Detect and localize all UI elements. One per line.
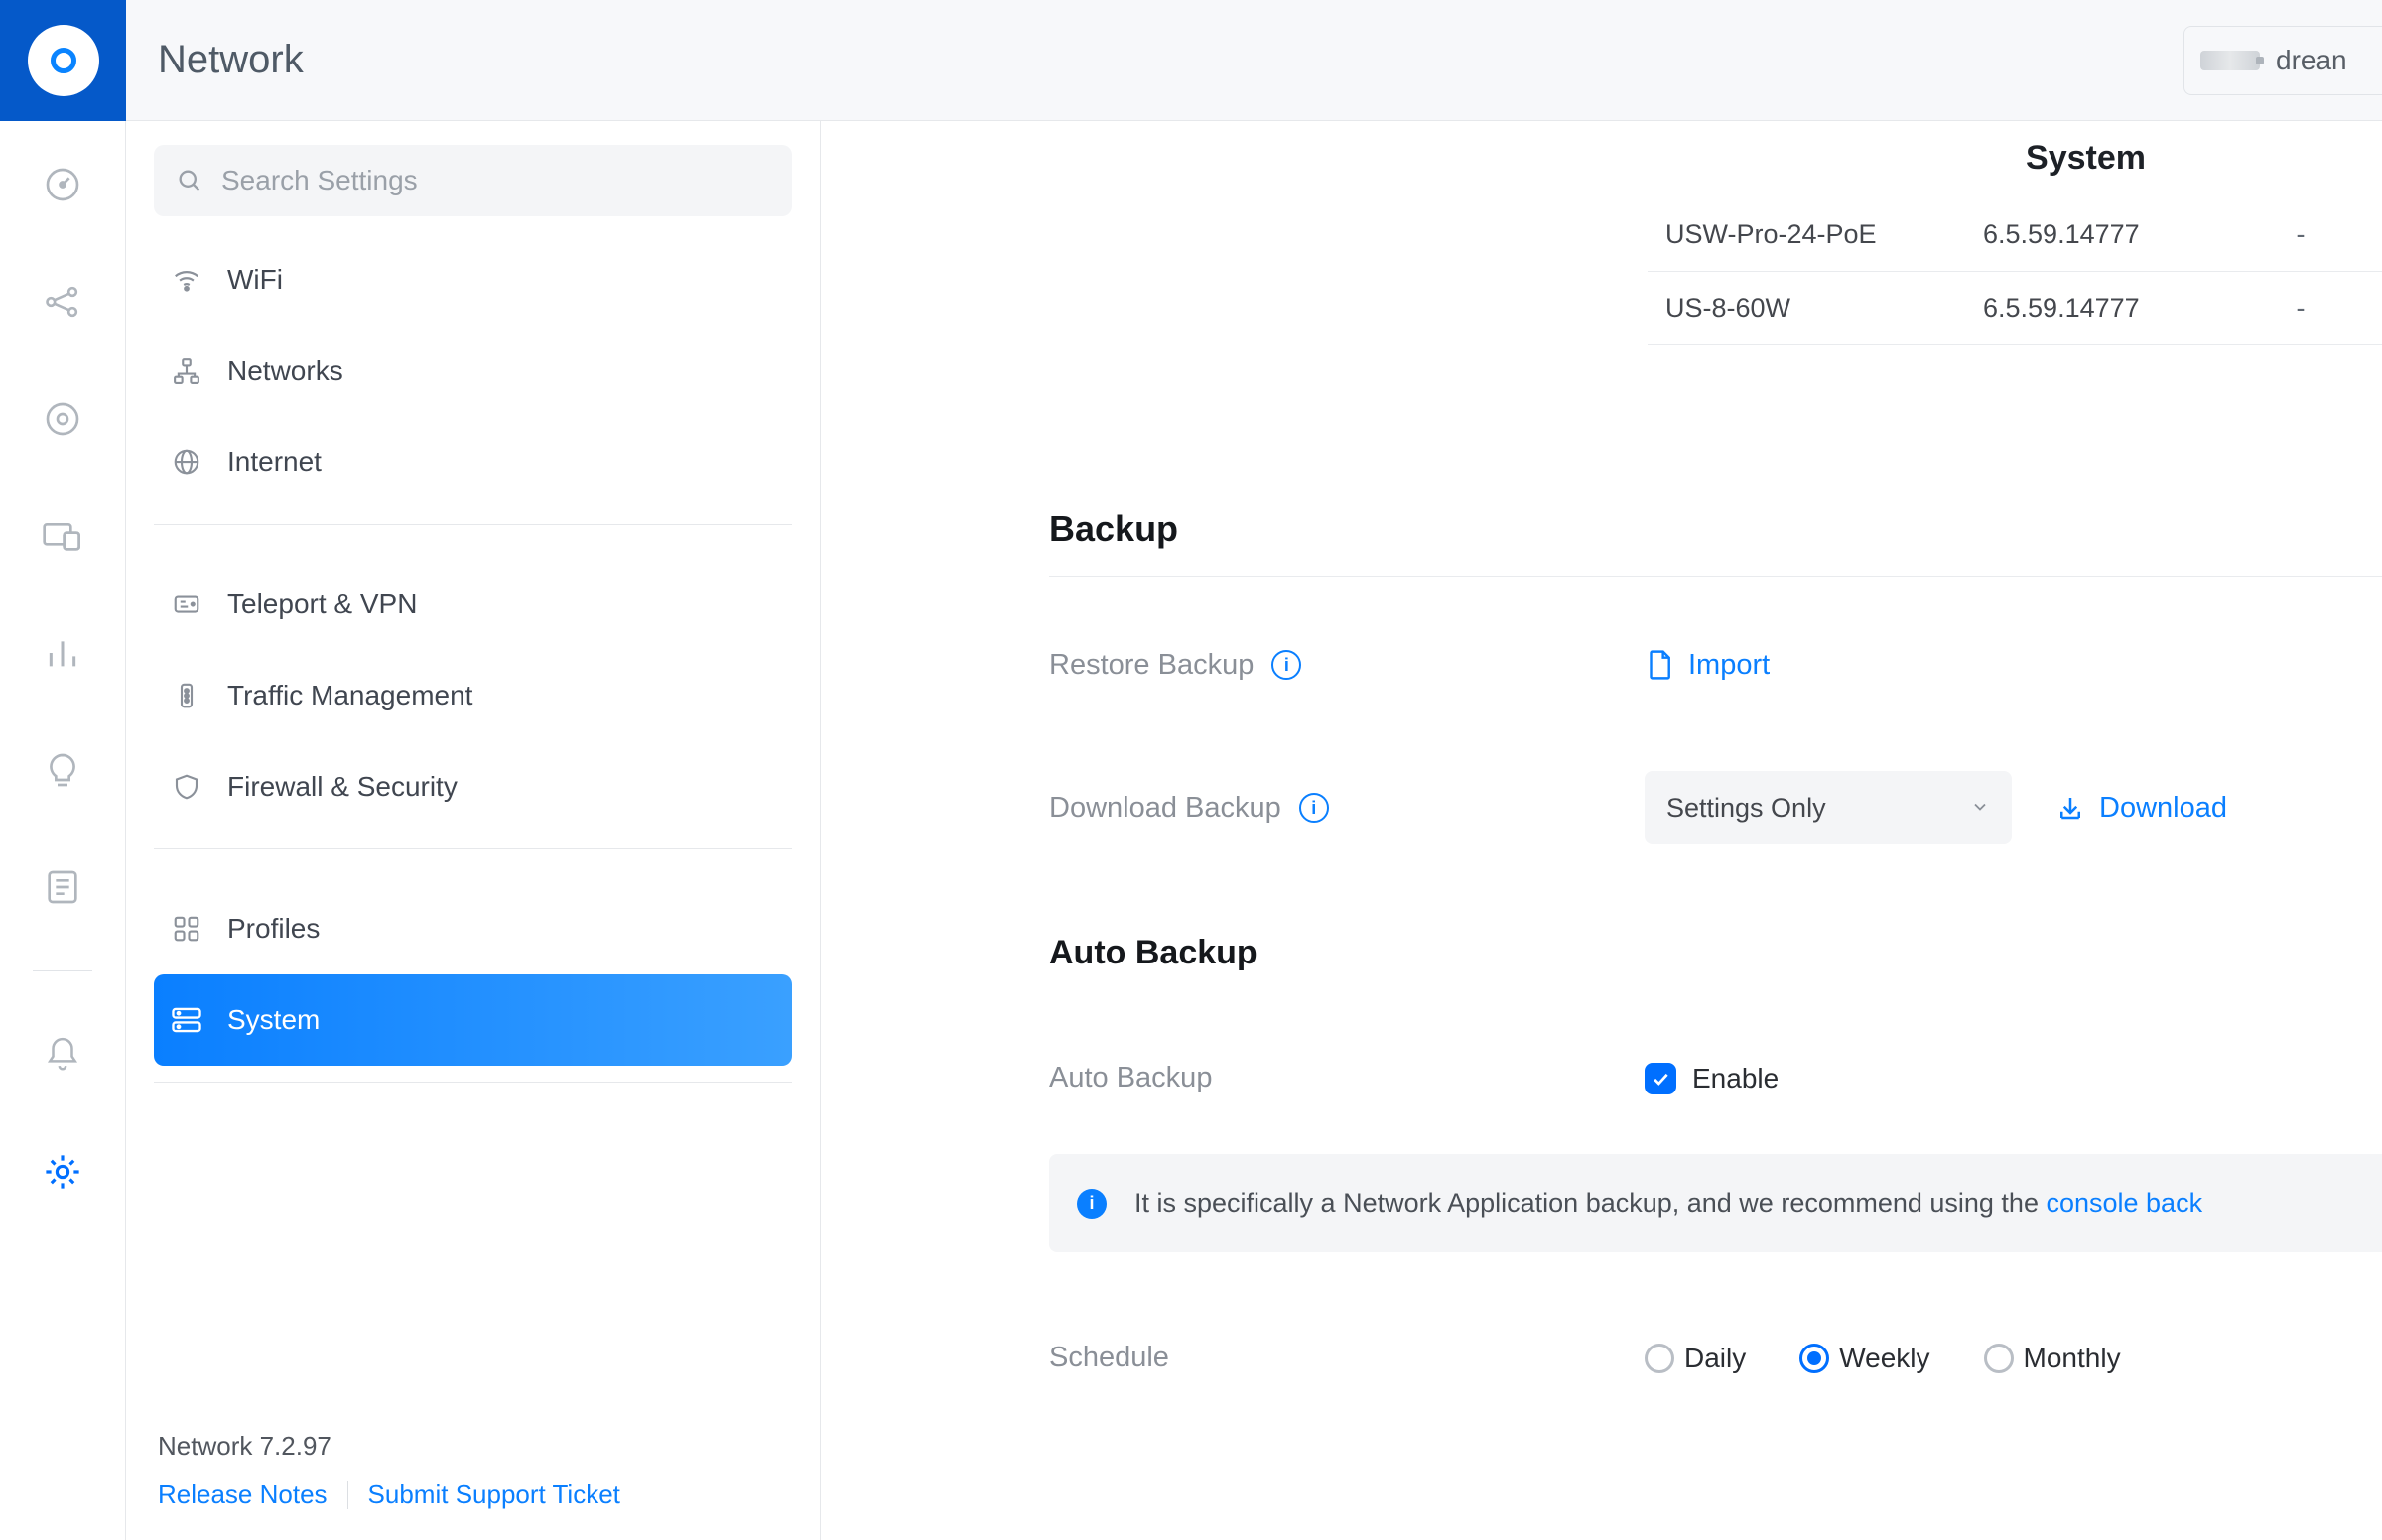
device-selector[interactable]: drean xyxy=(2184,26,2382,95)
profiles-icon xyxy=(170,912,203,946)
rail-logs[interactable] xyxy=(39,863,86,911)
info-dot-icon: i xyxy=(1077,1189,1107,1219)
file-icon xyxy=(1645,648,1674,682)
rail-notifications[interactable] xyxy=(39,1031,86,1079)
rail-settings[interactable] xyxy=(39,1148,86,1196)
schedule-options: Daily Weekly Monthly xyxy=(1645,1343,2133,1374)
info-banner-text: It is specifically a Network Application… xyxy=(1134,1188,2202,1219)
brand-logo[interactable] xyxy=(0,0,126,121)
enable-label: Enable xyxy=(1692,1063,1779,1094)
system-heading: System xyxy=(2026,139,2146,178)
icon-rail xyxy=(0,121,126,1540)
nav-networks[interactable]: Networks xyxy=(154,325,792,417)
nav-label: Networks xyxy=(227,355,343,387)
chevron-down-icon xyxy=(1970,793,1990,824)
rail-divider xyxy=(33,970,92,971)
nav-internet[interactable]: Internet xyxy=(154,417,792,508)
rail-radio[interactable] xyxy=(39,395,86,443)
main-content: System USW-Pro-24-PoE 6.5.59.14777 - US-… xyxy=(821,121,2382,1540)
table-row: USW-Pro-24-PoE 6.5.59.14777 - xyxy=(1648,198,2382,272)
nav-firewall[interactable]: Firewall & Security xyxy=(154,741,792,833)
backup-title: Backup xyxy=(1049,508,2382,550)
nav-system[interactable]: System xyxy=(154,974,792,1066)
console-backup-link[interactable]: console back xyxy=(2046,1188,2202,1218)
import-button[interactable]: Import xyxy=(1645,648,1770,682)
check-icon xyxy=(1651,1069,1670,1089)
device-version-cell: 6.5.59.14777 xyxy=(1983,219,2271,250)
nav-label: Teleport & VPN xyxy=(227,588,417,620)
networks-icon xyxy=(170,354,203,388)
settings-sidebar: WiFi Networks Internet xyxy=(126,121,821,1540)
nav-divider xyxy=(154,1082,792,1083)
radio-icon xyxy=(1645,1344,1674,1373)
device-name-cell: USW-Pro-24-PoE xyxy=(1665,219,1983,250)
device-thumb-icon xyxy=(2200,51,2260,70)
nav-label: Firewall & Security xyxy=(227,771,458,803)
auto-backup-label: Auto Backup xyxy=(1049,1062,1645,1094)
traffic-icon xyxy=(170,679,203,712)
release-notes-link[interactable]: Release Notes xyxy=(158,1479,328,1510)
table-row: US-8-60W 6.5.59.14777 - xyxy=(1648,272,2382,345)
schedule-monthly[interactable]: Monthly xyxy=(1984,1343,2133,1374)
auto-backup-title: Auto Backup xyxy=(1049,934,2382,972)
info-banner: i It is specifically a Network Applicati… xyxy=(1049,1154,2382,1252)
section-divider xyxy=(1049,576,2382,577)
search-field[interactable] xyxy=(154,145,792,216)
backup-type-select[interactable]: Settings Only xyxy=(1645,771,2012,844)
device-extra-cell: - xyxy=(2271,293,2330,323)
search-icon xyxy=(176,167,203,194)
nav-label: WiFi xyxy=(227,264,283,296)
nav-label: Internet xyxy=(227,447,322,478)
device-extra-cell: - xyxy=(2271,219,2330,250)
globe-icon xyxy=(170,446,203,479)
rail-devices[interactable] xyxy=(39,512,86,560)
search-input[interactable] xyxy=(221,165,770,196)
schedule-label: Schedule xyxy=(1049,1342,1645,1374)
device-name-cell: US-8-60W xyxy=(1665,293,1983,323)
rail-insights[interactable] xyxy=(39,746,86,794)
schedule-daily[interactable]: Daily xyxy=(1645,1343,1758,1374)
version-label: Network 7.2.97 xyxy=(158,1431,788,1462)
nav-teleport-vpn[interactable]: Teleport & VPN xyxy=(154,559,792,650)
rail-stats[interactable] xyxy=(39,629,86,677)
vpn-icon xyxy=(170,587,203,621)
support-ticket-link[interactable]: Submit Support Ticket xyxy=(368,1479,620,1510)
device-table: USW-Pro-24-PoE 6.5.59.14777 - US-8-60W 6… xyxy=(1648,198,2382,345)
nav-label: System xyxy=(227,1004,320,1036)
shield-icon xyxy=(170,770,203,804)
enable-checkbox[interactable] xyxy=(1645,1063,1676,1094)
download-backup-label: Download Backup i xyxy=(1049,792,1645,825)
nav-label: Profiles xyxy=(227,913,320,945)
radio-icon xyxy=(1799,1344,1829,1373)
download-icon xyxy=(2055,793,2085,823)
nav-divider xyxy=(154,848,792,849)
download-button[interactable]: Download xyxy=(2055,792,2227,825)
info-icon[interactable]: i xyxy=(1271,650,1301,680)
nav-traffic-mgmt[interactable]: Traffic Management xyxy=(154,650,792,741)
info-icon[interactable]: i xyxy=(1299,793,1329,823)
restore-backup-label: Restore Backup i xyxy=(1049,649,1645,682)
schedule-weekly[interactable]: Weekly xyxy=(1799,1343,1941,1374)
rail-topology[interactable] xyxy=(39,278,86,325)
wifi-icon xyxy=(170,263,203,297)
device-name: drean xyxy=(2276,45,2347,76)
nav-wifi[interactable]: WiFi xyxy=(154,234,792,325)
nav-divider xyxy=(154,524,792,525)
link-divider xyxy=(347,1481,348,1509)
nav-label: Traffic Management xyxy=(227,680,472,711)
app-header: Network drean xyxy=(0,0,2382,121)
nav-profiles[interactable]: Profiles xyxy=(154,883,792,974)
page-title: Network xyxy=(158,38,304,82)
rail-dashboard[interactable] xyxy=(39,161,86,208)
brand-logo-icon xyxy=(28,25,99,96)
device-version-cell: 6.5.59.14777 xyxy=(1983,293,2271,323)
radio-icon xyxy=(1984,1344,2014,1373)
system-icon xyxy=(170,1003,203,1037)
